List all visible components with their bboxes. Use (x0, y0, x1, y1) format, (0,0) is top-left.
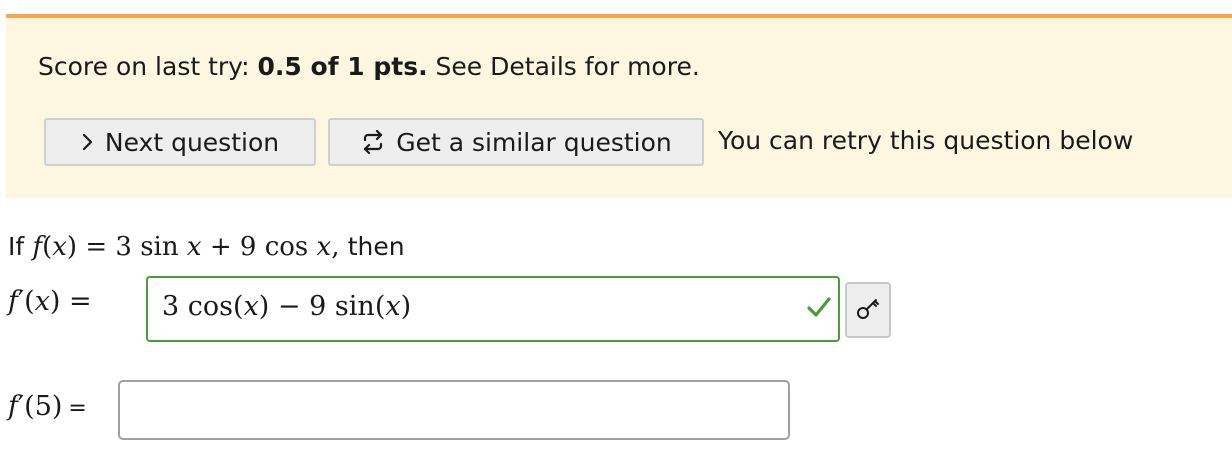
similar-question-button[interactable]: Get a similar question (328, 118, 704, 166)
checkmark-icon (806, 296, 832, 322)
score-text: Score on last try: 0.5 of 1 pts. See Det… (38, 52, 700, 81)
retry-text: You can retry this question below (718, 126, 1134, 155)
next-question-button[interactable]: Next question (44, 118, 316, 166)
key-icon (854, 294, 882, 326)
similar-question-label: Get a similar question (396, 127, 672, 157)
chevron-right-icon (81, 133, 95, 151)
derivative-answer-value: 3 cos(x) − 9 sin(x) (162, 291, 412, 322)
show-answer-key-button[interactable] (845, 282, 891, 338)
evaluation-answer-field[interactable] (118, 380, 790, 440)
score-notice: Score on last try: 0.5 of 1 pts. See Det… (6, 14, 1232, 198)
function-definition: f(x) = 3 sin x + 9 cos x, (32, 232, 340, 262)
evaluation-label: f′(5) = (8, 391, 87, 422)
question-statement: If f(x) = 3 sin x + 9 cos x, then (8, 232, 405, 262)
score-value: 0.5 of 1 pts. (257, 52, 428, 81)
derivative-label: f′(x) = (8, 286, 92, 317)
next-question-label: Next question (104, 127, 280, 157)
refresh-icon (360, 130, 386, 154)
derivative-answer-field[interactable]: 3 cos(x) − 9 sin(x) (146, 276, 840, 342)
